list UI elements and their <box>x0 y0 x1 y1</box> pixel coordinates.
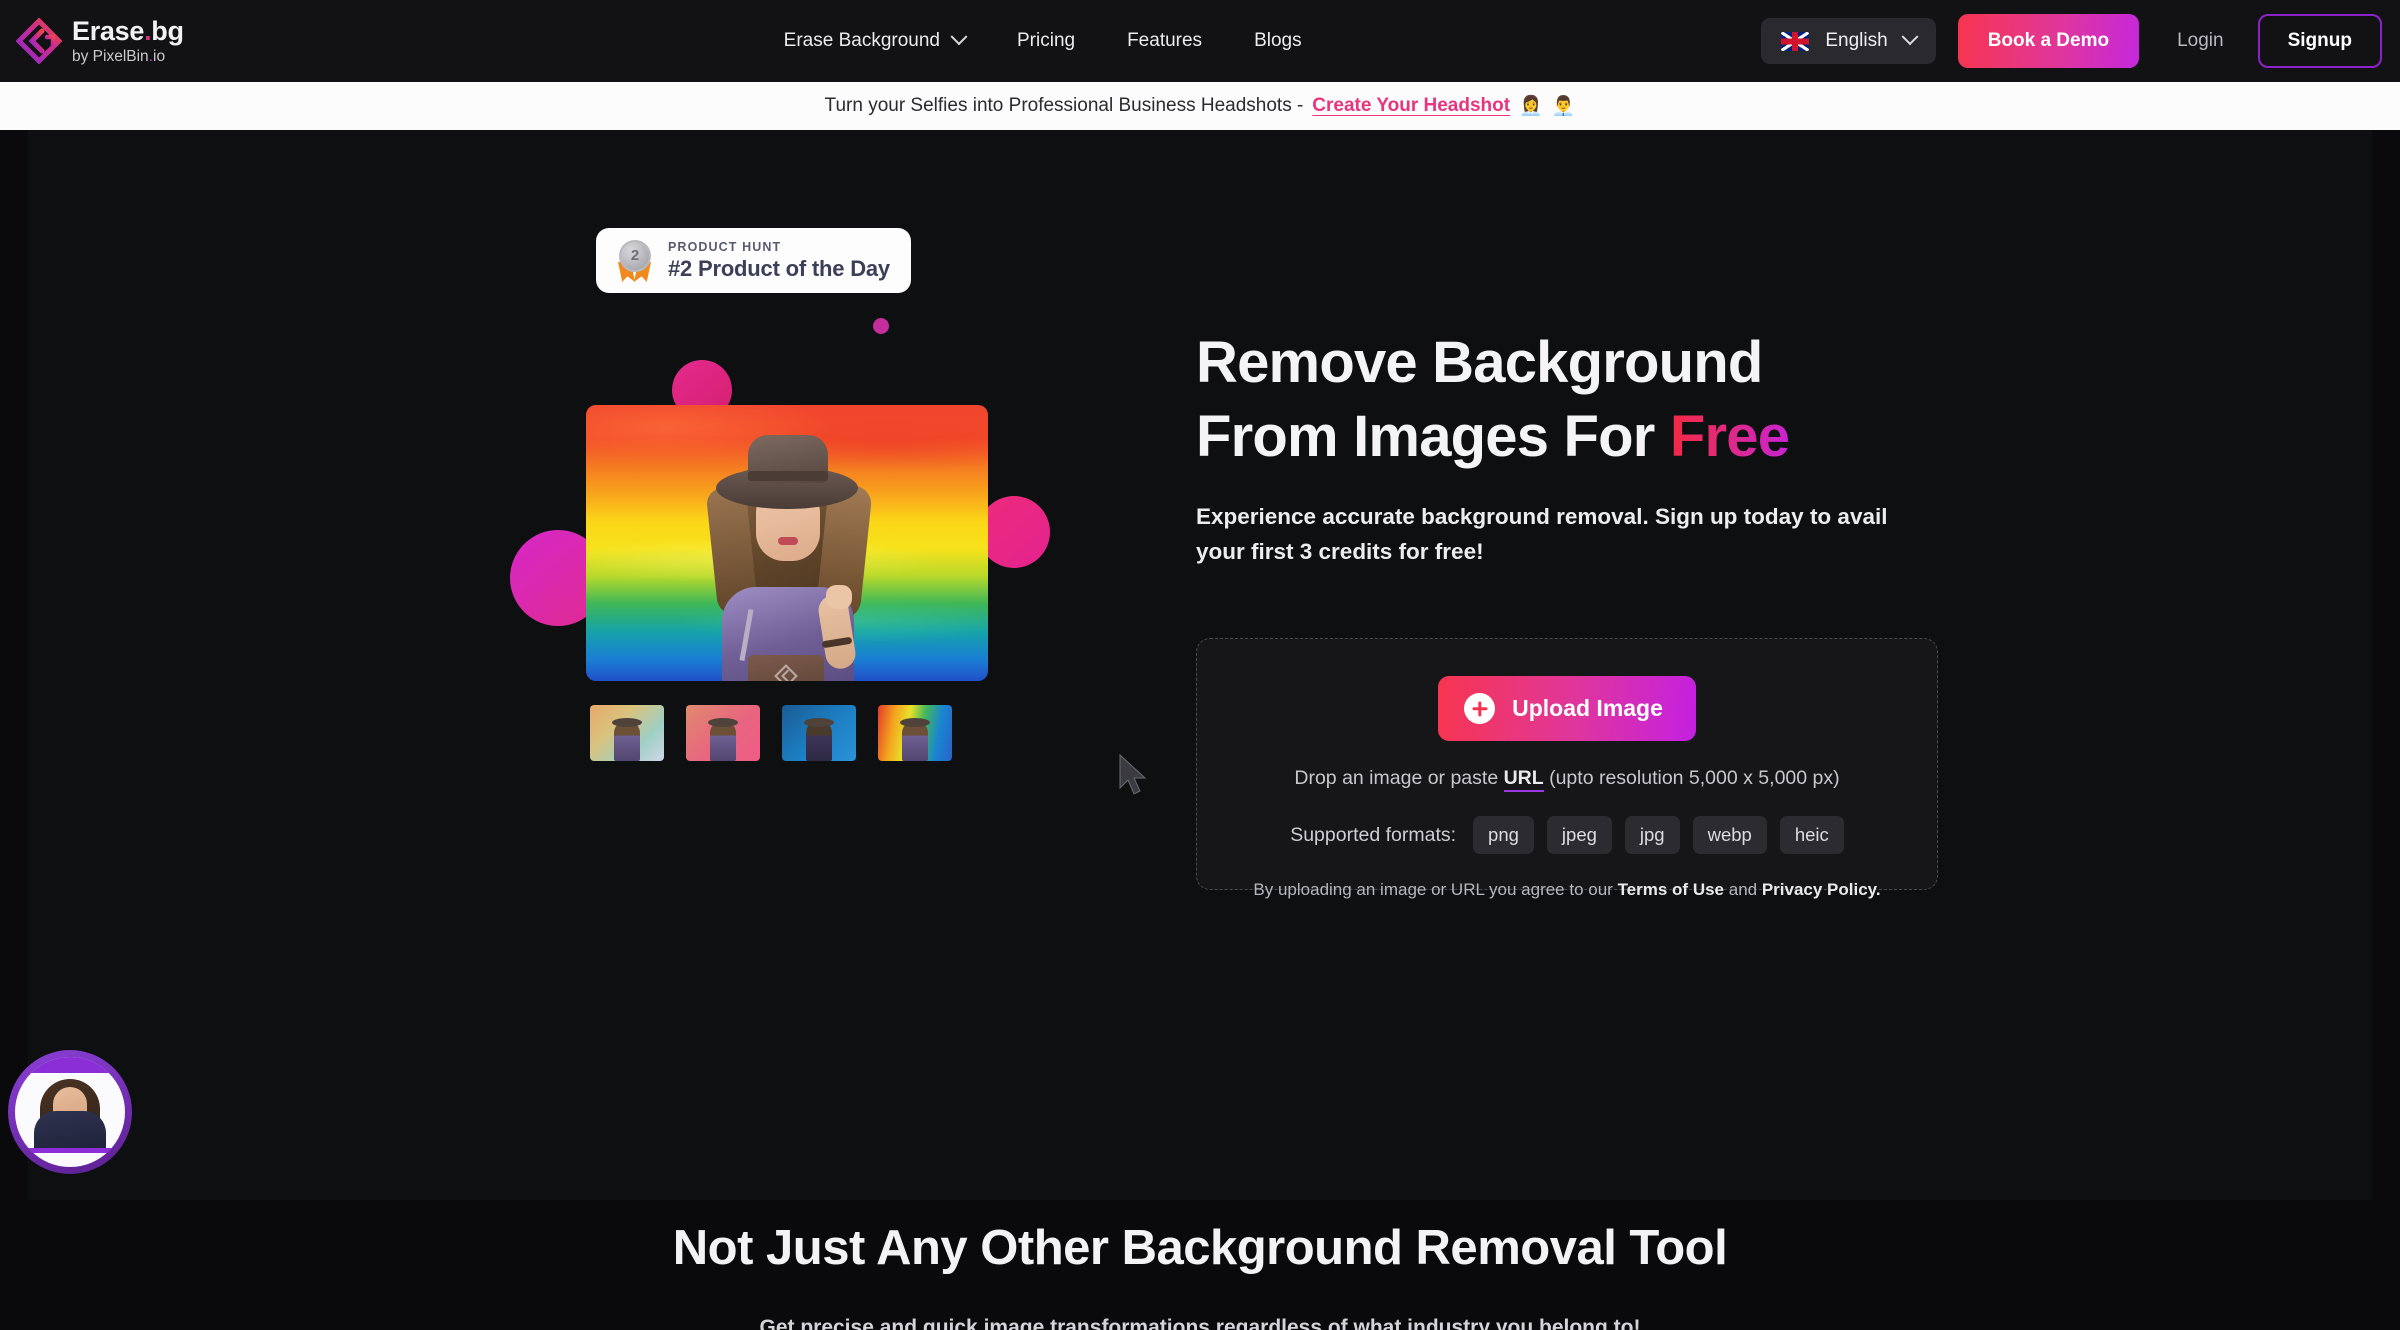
format-chip-jpeg[interactable]: jpeg <box>1546 816 1612 855</box>
list-item[interactable] <box>782 705 856 761</box>
top-navbar: Erase.bg by PixelBin.io Erase Background… <box>0 0 2400 82</box>
nav-item-label: Blogs <box>1254 30 1302 51</box>
nav-item-erase-background[interactable]: Erase Background <box>783 28 968 52</box>
decorative-dot <box>873 318 889 334</box>
left-edge-strip <box>0 130 28 1200</box>
page-body: 2 PRODUCT HUNT #2 Product of the Day Rem… <box>0 130 2400 1330</box>
plus-circle-icon <box>1464 693 1496 725</box>
nav-item-label: Pricing <box>1017 30 1076 51</box>
erasebg-diamond-logo-icon <box>15 17 63 65</box>
upload-button-label: Upload Image <box>1512 695 1663 722</box>
woman-office-worker-emoji-icon: 👩‍💼 <box>1519 96 1543 117</box>
uk-flag-icon <box>1781 31 1810 51</box>
privacy-policy-link[interactable]: Privacy Policy. <box>1762 880 1881 899</box>
book-a-demo-button[interactable]: Book a Demo <box>1957 14 2140 68</box>
nav-links: Erase Background Pricing Features Blogs <box>783 28 1302 52</box>
language-label: English <box>1825 30 1888 51</box>
chevron-down-icon <box>950 28 968 46</box>
brand-byline: by PixelBin.io <box>72 47 166 65</box>
upload-dropzone[interactable]: Upload Image Drop an image or paste URL … <box>1196 638 1938 899</box>
avatar <box>15 1057 125 1167</box>
format-chip-jpg[interactable]: jpg <box>1624 816 1680 855</box>
supported-formats-label: Supported formats: <box>1290 823 1457 846</box>
nav-item-label: Features <box>1127 30 1203 51</box>
video-chat-widget[interactable] <box>8 1050 132 1174</box>
signup-button[interactable]: Signup <box>2257 14 2382 68</box>
login-link[interactable]: Login <box>2177 30 2224 52</box>
legal-text-and: and <box>1724 880 1762 900</box>
chevron-down-icon <box>1901 28 1919 46</box>
hero-subheading: Experience accurate background removal. … <box>1196 504 1888 565</box>
hero-thumbnail-row <box>590 705 952 761</box>
decorative-circle-right <box>978 496 1050 568</box>
nav-actions: English Book a Demo Login Signup <box>1761 14 2382 68</box>
announcement-banner: Turn your Selfies into Professional Busi… <box>0 82 2400 130</box>
nav-item-features[interactable]: Features <box>1127 30 1202 52</box>
drop-text-after: (upto resolution 5,000 x 5,000 px) <box>1543 767 1840 790</box>
section-subheading: Get precise and quick image transformati… <box>759 1316 1641 1330</box>
product-hunt-badge[interactable]: 2 PRODUCT HUNT #2 Product of the Day <box>596 228 911 293</box>
create-headshot-link[interactable]: Create Your Headshot <box>1312 95 1510 117</box>
legal-disclaimer: By uploading an image or URL you agree t… <box>1253 880 1880 900</box>
medal-rank: 2 <box>619 239 651 272</box>
brand-logo[interactable]: Erase.bg by PixelBin.io <box>15 15 184 65</box>
nav-item-label: Erase Background <box>783 30 940 51</box>
list-item[interactable] <box>878 705 952 761</box>
hero-image <box>586 405 988 681</box>
section-heading: Not Just Any Other Background Removal To… <box>672 1221 1728 1275</box>
banner-text: Turn your Selfies into Professional Busi… <box>824 95 1304 116</box>
terms-of-use-link[interactable]: Terms of Use <box>1618 880 1724 899</box>
nav-item-pricing[interactable]: Pricing <box>1017 30 1075 52</box>
list-item[interactable] <box>686 705 760 761</box>
product-hunt-title: #2 Product of the Day <box>668 255 890 281</box>
man-office-worker-emoji-icon: 👨‍💼 <box>1551 96 1576 117</box>
paste-url-link[interactable]: URL <box>1503 767 1544 793</box>
drop-text-before: Drop an image or paste <box>1294 767 1504 790</box>
drop-instruction: Drop an image or paste URL (upto resolut… <box>1294 767 1840 793</box>
headline-line-2: From Images For <box>1196 404 1670 470</box>
hero-visual: 2 PRODUCT HUNT #2 Product of the Day <box>500 220 1200 920</box>
bag-watermark-logo-icon <box>774 664 798 681</box>
right-edge-strip <box>2372 130 2400 1200</box>
format-chip-png[interactable]: png <box>1473 816 1534 855</box>
upload-image-button[interactable]: Upload Image <box>1438 676 1696 742</box>
headline-line-1: Remove Background <box>1196 330 1763 395</box>
legal-text-before: By uploading an image or URL you agree t… <box>1253 880 1618 900</box>
format-chip-heic[interactable]: heic <box>1779 816 1844 855</box>
supported-formats: Supported formats: png jpeg jpg webp hei… <box>1290 816 1844 855</box>
page-title: Remove Background From Images For Free <box>1196 326 1956 474</box>
list-item[interactable] <box>590 705 664 761</box>
language-selector[interactable]: English <box>1761 18 1936 64</box>
product-hunt-kicker: PRODUCT HUNT <box>668 239 782 254</box>
brand-title: Erase.bg <box>72 15 184 46</box>
headline-highlight: Free <box>1669 404 1790 470</box>
nav-item-blogs[interactable]: Blogs <box>1254 30 1302 52</box>
format-chip-webp[interactable]: webp <box>1692 816 1767 855</box>
product-hunt-medal-icon: 2 <box>616 239 654 282</box>
hero-content: Remove Background From Images For Free E… <box>1196 326 1956 899</box>
